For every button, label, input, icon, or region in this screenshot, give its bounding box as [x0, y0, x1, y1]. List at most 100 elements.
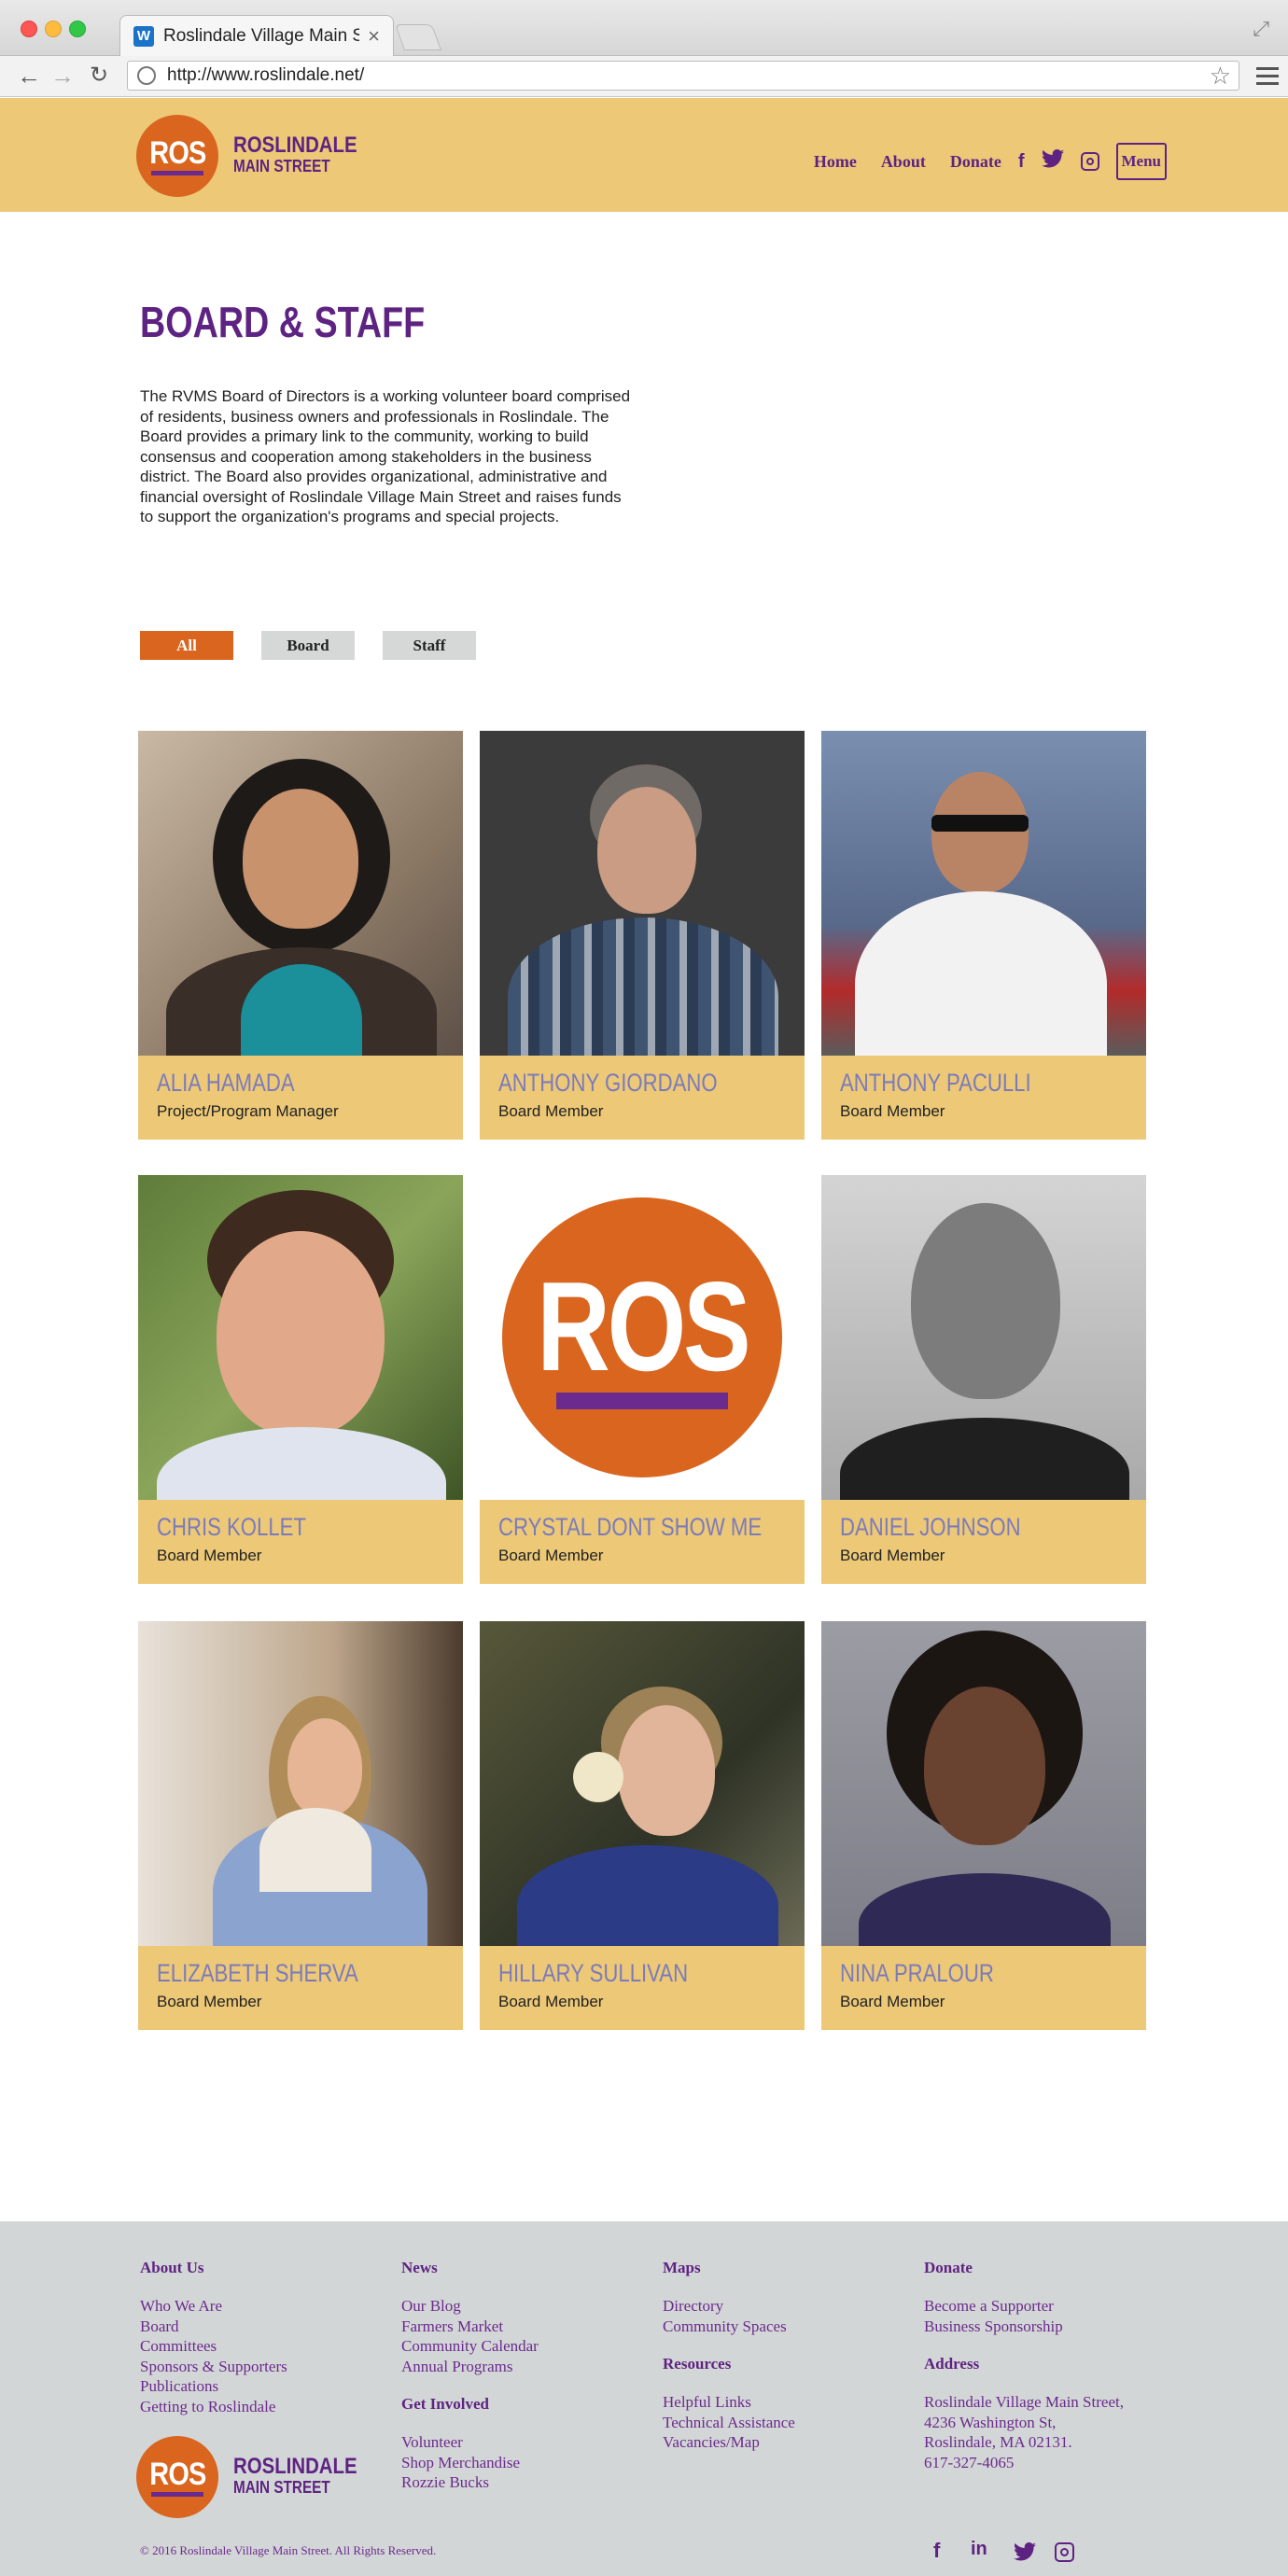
person-name[interactable]: ANTHONY GIORDANO — [498, 1067, 735, 1099]
facebook-icon[interactable]: f — [1018, 151, 1025, 173]
twitter-icon[interactable] — [1041, 149, 1064, 174]
footer-link[interactable]: Community Calendar — [401, 2336, 539, 2357]
minimize-window-button[interactable] — [45, 21, 62, 37]
person-card[interactable]: CHRIS KOLLET Board Member — [138, 1175, 463, 1584]
footer-link[interactable]: Become a Supporter — [924, 2296, 1124, 2317]
person-info: DANIEL JOHNSON Board Member — [821, 1500, 1146, 1584]
footer-link[interactable]: Board — [140, 2317, 287, 2337]
footer-link[interactable]: Getting to Roslindale — [140, 2397, 287, 2417]
footer-heading-get-involved[interactable]: Get Involved — [401, 2395, 539, 2414]
person-card[interactable]: ANTHONY PACULLI Board Member — [821, 731, 1146, 1140]
footer-link[interactable]: Helpful Links — [663, 2392, 795, 2413]
footer-logo[interactable]: ROS ROSLINDALE MAIN STREET — [136, 2436, 379, 2518]
person-name[interactable]: ELIZABETH SHERVA — [157, 1957, 393, 1989]
person-name[interactable]: CHRIS KOLLET — [157, 1511, 393, 1543]
person-card[interactable]: ANTHONY GIORDANO Board Member — [480, 731, 805, 1140]
logo-line1: ROSLINDALE — [233, 133, 357, 158]
footer-link[interactable]: Technical Assistance — [663, 2413, 795, 2433]
person-info: ELIZABETH SHERVA Board Member — [138, 1946, 463, 2030]
footer-heading-about[interactable]: About Us — [140, 2259, 287, 2277]
person-photo — [138, 1175, 463, 1500]
footer-heading-donate[interactable]: Donate — [924, 2259, 1124, 2277]
person-photo — [821, 1175, 1146, 1500]
person-photo — [138, 731, 463, 1056]
browser-tab[interactable]: W Roslindale Village Main St × — [119, 15, 394, 56]
nav-about-link[interactable]: About — [881, 152, 926, 172]
back-arrow-icon[interactable]: ← — [17, 62, 41, 90]
phone-number[interactable]: 617-327-4065 — [924, 2453, 1124, 2473]
person-name[interactable]: HILLARY SULLIVAN — [498, 1957, 735, 1989]
person-card[interactable]: DANIEL JOHNSON Board Member — [821, 1175, 1146, 1584]
footer-link[interactable]: Vacancies/Map — [663, 2432, 795, 2453]
logo-bar — [151, 170, 203, 175]
footer-heading-resources[interactable]: Resources — [663, 2355, 795, 2373]
person-info: CRYSTAL DONT SHOW ME Board Member — [480, 1500, 805, 1584]
person-role: Board Member — [498, 1993, 604, 2010]
footer-heading-address: Address — [924, 2355, 980, 2373]
intro-paragraph: The RVMS Board of Directors is a working… — [140, 387, 631, 525]
person-photo — [821, 731, 1146, 1056]
person-name[interactable]: ANTHONY PACULLI — [840, 1067, 1076, 1099]
reload-icon[interactable]: ↻ — [90, 62, 108, 90]
footer-link[interactable]: Business Sponsorship — [924, 2317, 1124, 2337]
menu-button[interactable]: Menu — [1115, 143, 1167, 180]
close-window-button[interactable] — [21, 21, 37, 37]
forward-arrow-icon[interactable]: → — [50, 62, 75, 90]
person-card[interactable]: ALIA HAMADA Project/Program Manager — [138, 731, 463, 1140]
bookmark-star-icon[interactable]: ☆ — [1210, 62, 1231, 91]
footer-heading-news[interactable]: News — [401, 2259, 539, 2277]
person-role: Board Member — [157, 1547, 262, 1564]
filter-staff-button[interactable]: Staff — [383, 631, 476, 660]
nav-donate-link[interactable]: Donate — [950, 152, 1001, 172]
logo-line1: ROSLINDALE — [233, 2454, 357, 2479]
linkedin-icon[interactable]: in — [971, 2539, 987, 2560]
footer-link[interactable]: Sponsors & Supporters — [140, 2357, 287, 2377]
footer-link[interactable]: Directory — [663, 2296, 795, 2317]
logo-bar — [151, 2491, 203, 2497]
nav-home-link[interactable]: Home — [814, 152, 857, 172]
site-favicon-icon: W — [133, 25, 154, 47]
person-photo — [821, 1621, 1146, 1946]
footer-link[interactable]: Committees — [140, 2336, 287, 2357]
person-name[interactable]: CRYSTAL DONT SHOW ME — [498, 1511, 762, 1543]
footer-link[interactable]: Rozzie Bucks — [401, 2472, 539, 2493]
person-role: Board Member — [498, 1102, 604, 1120]
instagram-icon[interactable] — [1055, 2542, 1074, 2562]
footer-link[interactable]: Volunteer — [401, 2432, 539, 2453]
person-name[interactable]: ALIA HAMADA — [157, 1067, 393, 1099]
url-text[interactable]: http://www.roslindale.net/ — [167, 65, 364, 86]
browser-menu-icon[interactable] — [1256, 67, 1279, 90]
person-card[interactable]: NINA PRALOUR Board Member — [821, 1621, 1146, 2030]
filter-bar: All Board Staff — [140, 631, 504, 660]
fullscreen-icon[interactable]: ⤢ — [1253, 17, 1269, 41]
filter-all-button[interactable]: All — [140, 631, 233, 660]
browser-toolbar: ← → ↻ http://www.roslindale.net/ ☆ — [0, 56, 1288, 97]
tab-title: Roslindale Village Main St — [163, 25, 359, 46]
person-card[interactable]: ELIZABETH SHERVA Board Member — [138, 1621, 463, 2030]
footer-link[interactable]: Our Blog — [401, 2296, 539, 2317]
person-name[interactable]: DANIEL JOHNSON — [840, 1511, 1076, 1543]
address-bar[interactable]: http://www.roslindale.net/ ☆ — [127, 61, 1239, 91]
facebook-icon[interactable]: f — [933, 2539, 940, 2563]
person-card[interactable]: ROS CRYSTAL DONT SHOW ME Board Member — [480, 1175, 805, 1584]
footer-link[interactable]: Community Spaces — [663, 2317, 795, 2337]
footer-heading-maps[interactable]: Maps — [663, 2259, 795, 2277]
address-line: Roslindale Village Main Street, — [924, 2393, 1124, 2411]
instagram-icon[interactable] — [1080, 152, 1099, 171]
person-info: ANTHONY PACULLI Board Member — [821, 1056, 1146, 1140]
tab-close-icon[interactable]: × — [368, 24, 380, 49]
ros-logo-icon: ROS — [136, 2436, 218, 2518]
site-logo[interactable]: ROS ROSLINDALE MAIN STREET — [136, 115, 379, 197]
person-card[interactable]: HILLARY SULLIVAN Board Member — [480, 1621, 805, 2030]
footer-link[interactable]: Who We Are — [140, 2296, 287, 2317]
new-tab-button[interactable] — [394, 24, 442, 50]
twitter-icon[interactable] — [1014, 2542, 1036, 2567]
logo-mark-text: ROS — [148, 134, 206, 171]
footer-link[interactable]: Annual Programs — [401, 2357, 539, 2377]
filter-board-button[interactable]: Board — [261, 631, 355, 660]
footer-link[interactable]: Shop Merchandise — [401, 2453, 539, 2473]
maximize-window-button[interactable] — [69, 21, 86, 37]
person-name[interactable]: NINA PRALOUR — [840, 1957, 1076, 1989]
footer-link[interactable]: Publications — [140, 2376, 287, 2397]
footer-link[interactable]: Farmers Market — [401, 2317, 539, 2337]
